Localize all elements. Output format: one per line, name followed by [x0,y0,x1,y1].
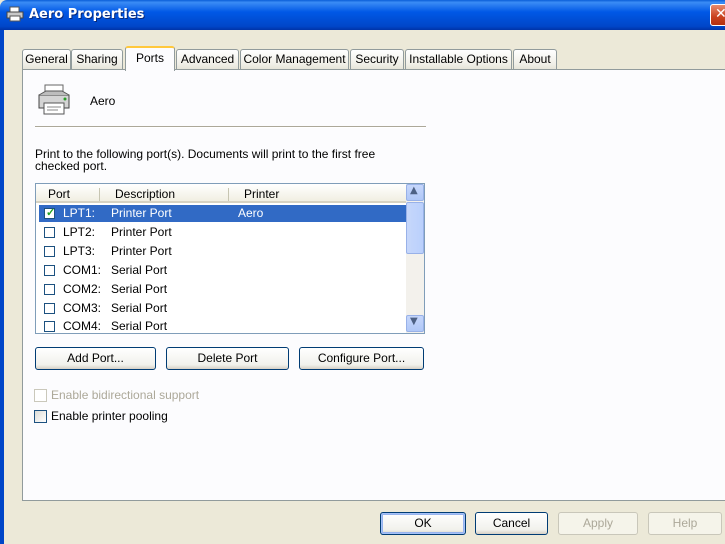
checkbox-box[interactable] [34,389,47,402]
checkmark-icon: ✓ [46,207,56,219]
chevron-up-icon: ▲ [410,185,418,196]
description-cell: Printer Port [111,244,172,258]
printer-name: Aero [90,94,116,108]
port-cell: COM4: [63,319,102,333]
printer-cell: Aero [238,206,264,220]
port-checkbox[interactable]: ✓ [44,207,56,219]
apply-button[interactable]: Apply [558,512,638,535]
tab-security[interactable]: Security [350,49,404,70]
bidirectional-support-checkbox[interactable]: Enable bidirectional support [34,388,234,404]
port-row[interactable]: ✓ LPT1: Printer Port Aero [39,205,406,222]
separator [35,126,426,128]
port-checkbox[interactable] [44,303,55,314]
tab-sharing[interactable]: Sharing [71,49,123,70]
column-port[interactable]: Port [48,187,70,201]
port-instruction: Print to the following port(s). Document… [35,148,395,172]
add-port-button[interactable]: Add Port... [35,347,156,370]
description-cell: Printer Port [111,225,172,239]
description-cell: Printer Port [111,206,172,220]
port-cell: COM1: [63,263,102,277]
port-list-header: Port Description Printer [36,184,406,203]
port-cell: COM3: [63,301,102,315]
printer-title-icon [6,6,24,22]
port-cell: LPT2: [63,225,96,239]
port-cell: LPT1: [63,206,96,220]
close-button[interactable]: ✕ [710,4,725,26]
configure-port-button[interactable]: Configure Port... [299,347,424,370]
vertical-scrollbar[interactable]: ▲ ▼ [406,184,424,333]
delete-port-button[interactable]: Delete Port [166,347,289,370]
column-divider[interactable] [99,188,100,201]
tab-color-management[interactable]: Color Management [240,49,349,70]
port-checkbox[interactable] [44,284,55,295]
tab-installable-options[interactable]: Installable Options [405,49,512,70]
tab-about[interactable]: About [513,49,557,70]
tab-advanced[interactable]: Advanced [176,49,239,70]
pooling-label: Enable printer pooling [51,409,168,423]
port-cell: COM2: [63,282,102,296]
port-cell: LPT3: [63,244,96,258]
scroll-up-button[interactable]: ▲ [406,184,424,201]
description-cell: Serial Port [111,319,168,333]
port-checkbox[interactable] [44,227,55,238]
port-row[interactable]: COM1: Serial Port [39,262,406,279]
window-title: Aero Properties [29,7,145,22]
chevron-down-icon: ▼ [410,316,418,327]
tab-general[interactable]: General [22,49,71,70]
scroll-down-button[interactable]: ▼ [406,315,424,332]
ok-button[interactable]: OK [380,512,466,535]
column-description[interactable]: Description [115,187,175,201]
title-bar: Aero Properties ✕ [0,0,725,30]
scroll-thumb[interactable] [406,202,424,254]
checkbox-box[interactable] [34,410,47,423]
port-row[interactable]: LPT3: Printer Port [39,243,406,260]
help-button[interactable]: Help [648,512,722,535]
port-row[interactable]: LPT2: Printer Port [39,224,406,241]
column-divider[interactable] [228,188,229,201]
column-printer[interactable]: Printer [244,187,279,201]
port-row[interactable]: COM2: Serial Port [39,281,406,298]
port-row[interactable]: COM3: Serial Port [39,300,406,317]
printer-pooling-checkbox[interactable]: Enable printer pooling [34,409,194,425]
port-checkbox[interactable] [44,265,55,276]
cancel-button[interactable]: Cancel [475,512,548,535]
description-cell: Serial Port [111,301,168,315]
port-checkbox[interactable] [44,321,55,332]
bidirectional-label: Enable bidirectional support [51,388,200,402]
printer-icon [38,84,70,115]
port-row[interactable]: COM4: Serial Port [39,318,406,333]
port-list[interactable]: Port Description Printer ✓ LPT1: Printer… [35,183,425,334]
close-icon: ✕ [715,6,725,22]
instruction-line-2: checked port. [35,159,108,173]
description-cell: Serial Port [111,263,168,277]
description-cell: Serial Port [111,282,168,296]
port-checkbox[interactable] [44,246,55,257]
tab-ports[interactable]: Ports [125,46,175,71]
window-frame-left [0,30,4,544]
